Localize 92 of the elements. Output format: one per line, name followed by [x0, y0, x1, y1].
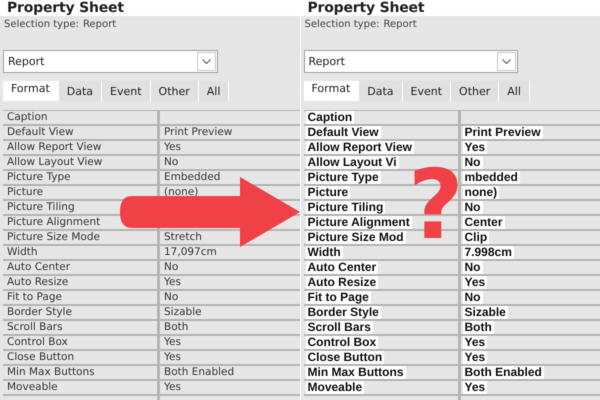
property-value: 17,097cm: [163, 246, 217, 259]
property-name: Picture Size Mod: [306, 231, 406, 244]
property-value: Yes: [462, 381, 488, 394]
property-value: Yes: [462, 141, 488, 154]
property-value: 7.998cm: [462, 246, 514, 259]
property-name: Picture Tiling: [6, 201, 75, 214]
property-value: No: [163, 156, 178, 169]
property-name: Auto Center: [6, 261, 70, 274]
property-name: Border Style: [6, 306, 72, 319]
property-name: Fit to Page: [6, 291, 62, 304]
property-name: Picture Size Mode: [6, 231, 100, 244]
selection-type-label: Selection type:: [304, 19, 380, 32]
property-value: Yes: [462, 336, 488, 349]
property-name: Width: [6, 246, 38, 259]
property-value: Both: [163, 321, 188, 334]
property-name: Control Box: [6, 336, 68, 349]
property-name: Border Style: [306, 306, 381, 319]
property-name: Picture Type: [6, 171, 71, 184]
property-value: Yes: [163, 381, 181, 394]
property-name: Auto Resize: [6, 276, 68, 289]
chevron-down-icon[interactable]: [202, 59, 210, 64]
property-value: Yes: [163, 351, 181, 364]
property-value: Sizable: [163, 306, 202, 319]
property-value: No: [462, 156, 482, 169]
tab[interactable]: Event: [402, 81, 452, 101]
property-value: Yes: [163, 336, 181, 349]
tab[interactable]: Format: [304, 81, 360, 101]
property-value: Yes: [462, 351, 488, 364]
property-value: No: [462, 201, 482, 214]
property-name: Moveable: [306, 381, 364, 394]
property-name: Moveable: [6, 381, 58, 394]
chevron-down-icon[interactable]: [502, 59, 511, 64]
property-name: Allow Layout View: [6, 156, 102, 169]
property-value: No: [163, 291, 178, 304]
property-name: Allow Report View: [306, 141, 414, 154]
tab[interactable]: Format: [3, 81, 59, 101]
selection-type-label: Selection type:: [4, 19, 79, 32]
property-value: Sizable: [462, 306, 508, 319]
property-name: Control Box: [306, 336, 378, 349]
property-value: Yes: [462, 276, 488, 289]
property-name: Picture Type: [306, 171, 381, 184]
property-name: Picture: [306, 186, 350, 199]
property-name: Picture Alignment: [306, 216, 412, 229]
selection-type-value: Report: [82, 19, 116, 32]
property-value: Stretch: [163, 231, 202, 244]
property-name: Fit to Page: [306, 291, 371, 304]
property-name: Picture: [6, 186, 44, 199]
property-value: Both Enabled: [163, 366, 234, 379]
tab[interactable]: Other: [451, 81, 500, 101]
property-name: Min Max Buttons: [306, 366, 406, 379]
property-name: Scroll Bars: [306, 321, 373, 334]
property-value: Both Enabled: [462, 366, 544, 379]
property-value: Print Preview: [163, 126, 232, 139]
property-name: Auto Resize: [306, 276, 378, 289]
tab[interactable]: All: [198, 81, 230, 101]
property-name: Picture Tiling: [306, 201, 386, 214]
property-name: Default View: [6, 126, 74, 139]
tab[interactable]: Data: [58, 81, 102, 101]
panel-title: Property Sheet: [308, 0, 424, 16]
property-value: Embedded: [163, 171, 220, 184]
property-name: Picture Alignment: [6, 216, 100, 229]
selection-type-value: Report: [383, 19, 417, 32]
property-value: Clip: [462, 231, 490, 244]
property-name: Auto Center: [306, 261, 378, 274]
property-name: Close Button: [306, 351, 384, 364]
tab[interactable]: Event: [102, 81, 151, 101]
property-name: Allow Report View: [6, 141, 102, 154]
panel-title: Property Sheet: [7, 0, 124, 16]
property-value: No: [462, 261, 482, 274]
property-value: Yes: [163, 141, 181, 154]
property-value: Center: [462, 216, 505, 229]
tab[interactable]: All: [499, 81, 530, 101]
property-value: (none): [163, 186, 198, 199]
tab[interactable]: Other: [150, 81, 199, 101]
property-name: Close Button: [6, 351, 74, 364]
property-name: Scroll Bars: [6, 321, 63, 334]
object-dropdown[interactable]: Report: [3, 50, 218, 73]
property-name: Caption: [6, 111, 48, 124]
property-value: Yes: [163, 276, 181, 289]
property-value: No: [462, 291, 482, 304]
property-value: mbedded: [462, 171, 520, 184]
object-dropdown[interactable]: Report: [304, 50, 518, 73]
property-value: Print Preview: [462, 126, 543, 139]
property-name: Width: [306, 246, 343, 259]
property-name: Min Max Buttons: [6, 366, 95, 379]
property-name: Allow Layout Vi: [306, 156, 399, 169]
property-name: Default View: [306, 126, 381, 139]
property-value: Both: [462, 321, 494, 334]
property-value: No: [163, 261, 178, 274]
property-value: none): [462, 186, 500, 199]
tab[interactable]: Data: [359, 81, 403, 101]
property-name: Caption: [306, 111, 354, 124]
